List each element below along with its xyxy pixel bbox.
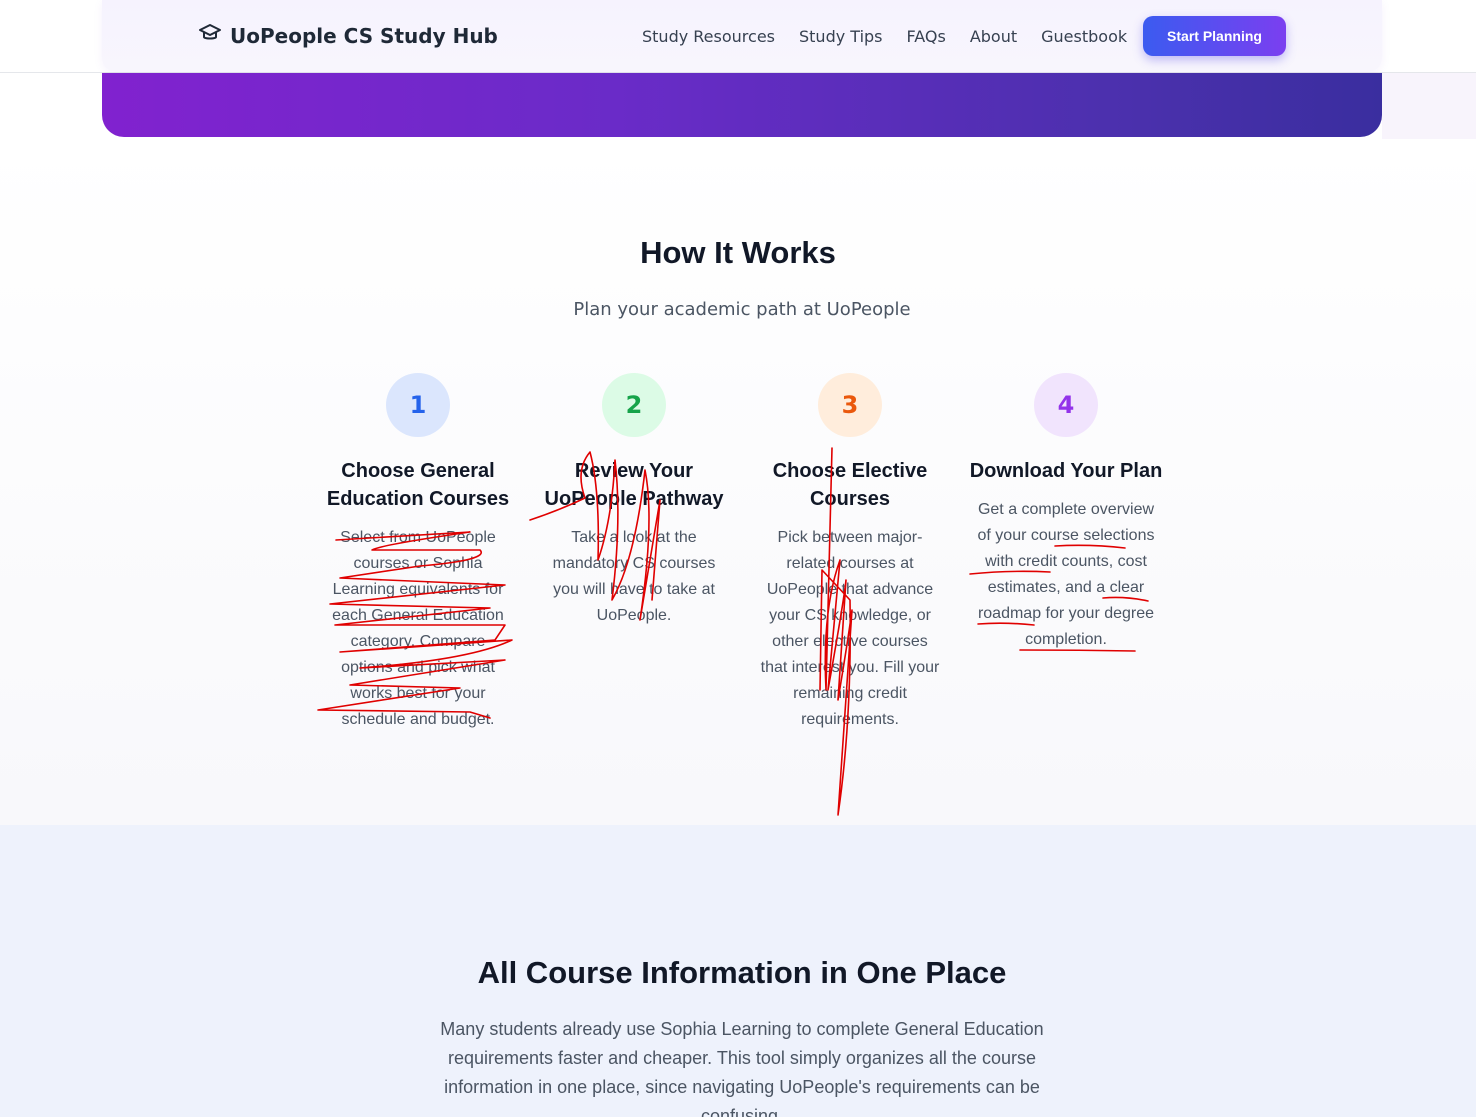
nav-link-about[interactable]: About xyxy=(970,27,1017,46)
step-number-badge: 3 xyxy=(818,373,882,437)
navbar: UoPeople CS Study Hub Study Resources St… xyxy=(102,0,1382,72)
brand-name: UoPeople CS Study Hub xyxy=(230,23,498,48)
step-card: 1 Choose General Education Courses Selec… xyxy=(318,373,518,733)
course-info-body: Many students already use Sophia Learnin… xyxy=(440,1019,1044,1117)
step-card: 2 Review Your UoPeople Pathway Take a lo… xyxy=(534,373,734,629)
start-planning-button[interactable]: Start Planning xyxy=(1143,16,1286,56)
nav-links: Study Resources Study Tips FAQs About Gu… xyxy=(642,0,1127,72)
nav-link-study-tips[interactable]: Study Tips xyxy=(799,27,883,46)
step-description: Select from UoPeople courses or Sophia L… xyxy=(332,529,504,728)
step-description: Pick between major-related courses at Uo… xyxy=(760,529,940,728)
step-number-badge: 2 xyxy=(602,373,666,437)
hero-banner xyxy=(102,73,1382,137)
step-description: Get a complete overview of your course s… xyxy=(977,501,1155,648)
nav-link-faqs[interactable]: FAQs xyxy=(907,27,946,46)
graduation-cap-icon xyxy=(198,22,222,49)
step-number-badge: 4 xyxy=(1034,373,1098,437)
brand[interactable]: UoPeople CS Study Hub xyxy=(198,22,498,49)
nav-link-study-resources[interactable]: Study Resources xyxy=(642,27,775,46)
nav-link-guestbook[interactable]: Guestbook xyxy=(1041,27,1127,46)
course-info-title: All Course Information in One Place xyxy=(477,955,1007,990)
step-title: Review Your UoPeople Pathway xyxy=(544,460,724,510)
how-it-works-section: How It Works Plan your academic path at … xyxy=(0,139,1476,825)
step-card: 3 Choose Elective Courses Pick between m… xyxy=(750,373,950,733)
course-info-section: All Course Information in One Place Many… xyxy=(0,825,1476,1117)
step-title: Choose Elective Courses xyxy=(772,460,928,510)
section-subtitle: Plan your academic path at UoPeople xyxy=(573,299,911,320)
hero-background xyxy=(1382,73,1476,139)
section-title: How It Works xyxy=(640,235,836,270)
step-title: Choose General Education Courses xyxy=(326,460,510,510)
step-number-badge: 1 xyxy=(386,373,450,437)
step-card: 4 Download Your Plan Get a complete over… xyxy=(966,373,1166,653)
step-description: Take a look at the mandatory CS courses … xyxy=(552,529,716,624)
step-title: Download Your Plan xyxy=(969,460,1163,482)
